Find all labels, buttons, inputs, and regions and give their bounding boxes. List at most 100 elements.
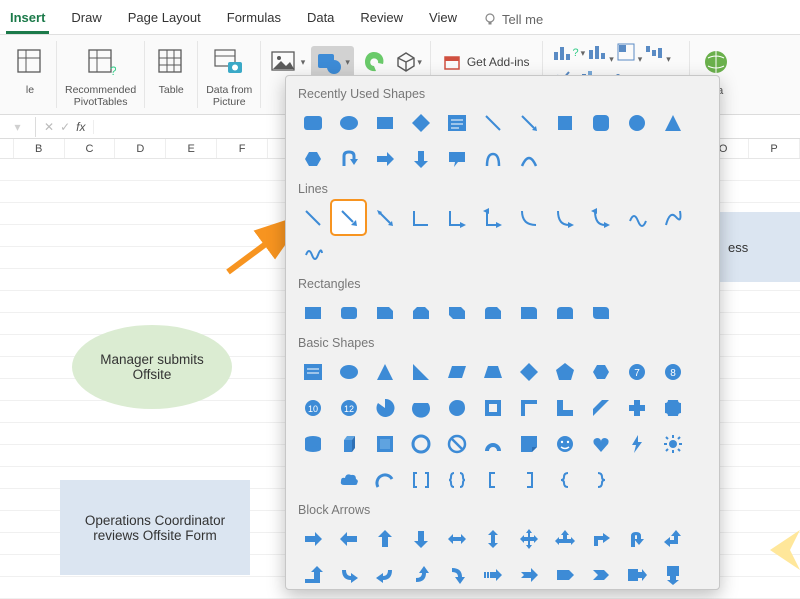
basic-triangle[interactable] [368,355,401,388]
basic-cloud[interactable] [332,463,365,496]
cancel-icon[interactable]: ✕ [44,120,54,134]
shapes-button[interactable]: ▾ [311,46,354,78]
rect-snipround[interactable] [476,296,509,329]
basic-diamond[interactable] [512,355,545,388]
basic-plaque[interactable] [656,391,689,424]
shape-triangle[interactable] [656,106,689,139]
col-c[interactable]: C [65,139,116,158]
line-arrow[interactable] [332,201,365,234]
basic-donut[interactable] [404,427,437,460]
rect-plain[interactable] [296,296,329,329]
basic-cube[interactable] [332,427,365,460]
recommended-pivots-button[interactable]: ? [83,44,119,80]
shape-line-arrow[interactable] [512,106,545,139]
get-addins-button[interactable]: Get Add-ins [439,49,534,75]
arrow-pentagon[interactable] [548,558,581,589]
col-e[interactable]: E [166,139,217,158]
tab-insert[interactable]: Insert [6,6,49,34]
basic-half-frame[interactable] [512,391,545,424]
basic-oval[interactable] [332,355,365,388]
basic-diag-stripe[interactable] [584,391,617,424]
pivottable-button[interactable] [12,44,48,80]
recommended-charts-button[interactable]: ?▾ [551,42,586,64]
line-curved[interactable] [512,201,545,234]
basic-double-bracket[interactable] [404,463,437,496]
waterfall-chart-button[interactable]: ▾ [644,42,671,65]
rect-round2diag[interactable] [584,296,617,329]
shape-diamond[interactable] [404,106,437,139]
basic-heart[interactable] [584,427,617,460]
rect-rounded[interactable] [332,296,365,329]
col-p[interactable]: P [749,139,800,158]
data-from-picture-button[interactable] [211,44,247,80]
line-elbow-arrow[interactable] [440,201,473,234]
basic-double-brace[interactable] [440,463,473,496]
col-f[interactable]: F [217,139,268,158]
table-button[interactable] [153,44,189,80]
basic-right-brace[interactable] [584,463,617,496]
shape-hexagon[interactable] [296,142,329,175]
line-elbow-double[interactable] [476,201,509,234]
line-double-arrow[interactable] [368,201,401,234]
arrow-bent-up[interactable] [296,558,329,589]
basic-right-triangle[interactable] [404,355,437,388]
basic-sun[interactable] [656,427,689,460]
flowchart-rect-1[interactable]: Operations Coordinator reviews Offsite F… [60,480,250,575]
arrow-left-up[interactable] [656,522,689,555]
basic-smiley[interactable] [548,427,581,460]
arrow-left-right[interactable] [440,522,473,555]
basic-teardrop[interactable] [440,391,473,424]
basic-arc[interactable] [368,463,401,496]
basic-can[interactable] [296,427,329,460]
basic-l-shape[interactable] [548,391,581,424]
arrow-uturn[interactable] [620,522,653,555]
shape-callout[interactable] [440,142,473,175]
tell-me[interactable]: Tell me [479,6,547,34]
hierarchy-chart-button[interactable]: ▾ [616,42,643,65]
arrow-bent[interactable] [584,522,617,555]
basic-right-bracket[interactable] [512,463,545,496]
arrow-curved-left[interactable] [368,558,401,589]
shape-line[interactable] [476,106,509,139]
basic-parallelogram[interactable] [440,355,473,388]
shape-right-arrow[interactable] [368,142,401,175]
basic-block-arc[interactable] [476,427,509,460]
basic-frame[interactable] [476,391,509,424]
basic-left-bracket[interactable] [476,463,509,496]
flowchart-oval[interactable]: Manager submits Offsite [72,325,232,409]
basic-bevel[interactable] [368,427,401,460]
tab-review[interactable]: Review [356,6,407,34]
tab-page-layout[interactable]: Page Layout [124,6,205,34]
arrow-left[interactable] [332,522,365,555]
arrow-up[interactable] [368,522,401,555]
shape-square[interactable] [548,106,581,139]
rect-snip1[interactable] [368,296,401,329]
arrow-notched-right[interactable] [512,558,545,589]
arrow-curved-down[interactable] [440,558,473,589]
rect-snip2diag[interactable] [440,296,473,329]
enter-icon[interactable]: ✓ [60,120,70,134]
shape-down-arrow[interactable] [404,142,437,175]
rect-round2same[interactable] [548,296,581,329]
arrow-curved-up[interactable] [404,558,437,589]
basic-moon[interactable] [296,463,329,496]
basic-decagon[interactable]: 10 [296,391,329,424]
name-box[interactable]: ▾ [0,117,36,137]
line-plain[interactable] [296,201,329,234]
basic-heptagon[interactable]: 7 [620,355,653,388]
tab-view[interactable]: View [425,6,461,34]
shape-rounded-square[interactable] [584,106,617,139]
arrow-striped-right[interactable] [476,558,509,589]
shape-oval[interactable] [332,106,365,139]
line-scribble[interactable] [296,237,329,270]
basic-dodecagon[interactable]: 12 [332,391,365,424]
shape-arc[interactable] [512,142,545,175]
line-freeform-shape[interactable] [656,201,689,234]
line-curved-double[interactable] [584,201,617,234]
arrow-chevron[interactable] [584,558,617,589]
basic-textbox[interactable] [296,355,329,388]
arrow-down[interactable] [404,522,437,555]
arrow-right-callout[interactable] [620,558,653,589]
line-elbow[interactable] [404,201,437,234]
arrow-quad[interactable] [512,522,545,555]
